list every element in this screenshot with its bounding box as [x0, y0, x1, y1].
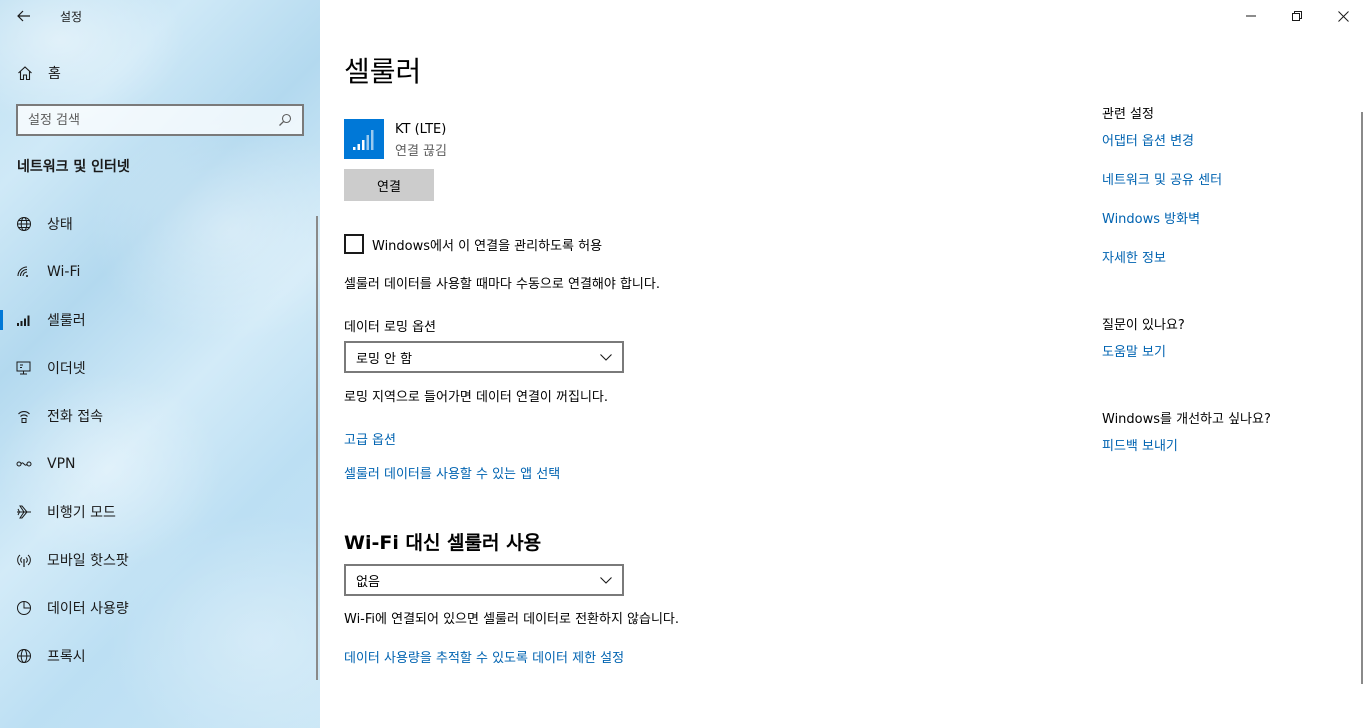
network-name: KT (LTE) [395, 122, 447, 137]
manage-connection-label: Windows에서 이 연결을 관리하도록 허용 [372, 238, 603, 254]
cellular-signal-icon [353, 130, 374, 150]
sidebar-item-label: Wi-Fi [47, 264, 81, 280]
minimize-icon [1246, 15, 1256, 17]
sidebar-item-status[interactable]: 상태 [0, 200, 320, 248]
app-title: 설정 [60, 9, 83, 24]
restore-icon [1292, 11, 1302, 21]
search-box[interactable] [16, 104, 304, 136]
dialup-icon [16, 408, 32, 424]
more-info-link[interactable]: 자세한 정보 [1102, 247, 1166, 266]
adapter-options-link[interactable]: 어댑터 옵션 변경 [1102, 130, 1194, 149]
window-controls [1228, 0, 1366, 32]
search-input[interactable] [28, 112, 278, 128]
roaming-value: 로밍 안 함 [356, 351, 413, 367]
sidebar-item-vpn[interactable]: VPN [0, 440, 320, 488]
sidebar-item-cellular[interactable]: 셀룰러 [0, 296, 320, 344]
roaming-dropdown[interactable]: 로밍 안 함 [344, 341, 624, 373]
roaming-label: 데이터 로밍 옵션 [344, 320, 436, 335]
wifi-instead-heading: Wi-Fi 대신 셀룰러 사용 [344, 532, 542, 554]
airplane-icon [16, 504, 32, 520]
sidebar-item-home[interactable]: 홈 [0, 56, 320, 90]
home-icon [18, 66, 32, 81]
wifi-instead-value: 없음 [356, 574, 380, 590]
back-button[interactable] [0, 0, 48, 32]
cellular-icon [16, 312, 32, 328]
sidebar-nav: 상태 Wi-Fi 셀룰러 이더넷 전화 접속 VPN 비행기 모드 모바일 핫스… [0, 200, 320, 680]
ethernet-icon [16, 360, 32, 376]
close-icon [1337, 10, 1349, 22]
sidebar-item-airplane[interactable]: 비행기 모드 [0, 488, 320, 536]
search-icon[interactable] [278, 113, 292, 127]
related-heading: 관련 설정 [1102, 107, 1154, 122]
settings-window: 설정 홈 네트워크 및 인터넷 [0, 0, 1366, 728]
sidebar-item-wifi[interactable]: Wi-Fi [0, 248, 320, 296]
globe-status-icon [16, 216, 32, 232]
data-limit-link[interactable]: 데이터 사용량을 추적할 수 있도록 데이터 제한 설정 [344, 647, 624, 666]
sidebar-item-proxy[interactable]: 프록시 [0, 632, 320, 680]
sidebar-item-label: 데이터 사용량 [47, 601, 129, 617]
manage-connection-option[interactable]: Windows에서 이 연결을 관리하도록 허용 [344, 234, 602, 254]
get-help-link[interactable]: 도움말 보기 [1102, 341, 1166, 360]
sidebar-item-ethernet[interactable]: 이더넷 [0, 344, 320, 392]
network-sharing-center-link[interactable]: 네트워크 및 공유 센터 [1102, 169, 1222, 188]
sidebar-scrollbar[interactable] [316, 216, 318, 680]
back-arrow-icon [17, 10, 30, 22]
choose-apps-link[interactable]: 셀룰러 데이터를 사용할 수 있는 앱 선택 [344, 463, 560, 482]
home-label: 홈 [48, 66, 61, 82]
roaming-note: 로밍 지역으로 들어가면 데이터 연결이 꺼집니다. [344, 390, 608, 405]
sidebar-item-label: 상태 [47, 217, 73, 233]
hotspot-icon [16, 552, 32, 568]
chevron-down-icon [600, 353, 612, 361]
advanced-options-link[interactable]: 고급 옵션 [344, 429, 396, 448]
connect-button[interactable]: 연결 [344, 169, 434, 201]
feedback-link[interactable]: 피드백 보내기 [1102, 435, 1178, 454]
wifi-icon [16, 264, 32, 280]
network-tile [344, 119, 384, 159]
wifi-instead-dropdown[interactable]: 없음 [344, 564, 624, 596]
main-content: 셀룰러 KT (LTE) 연결 끊김 연결 Windows에서 이 연결을 관리… [320, 0, 1366, 728]
restore-button[interactable] [1274, 0, 1320, 32]
sidebar-item-label: 프록시 [47, 649, 86, 665]
title-bar: 설정 [0, 0, 320, 32]
manage-connection-checkbox[interactable] [344, 234, 364, 254]
sidebar-item-label: 비행기 모드 [47, 505, 116, 521]
question-heading: 질문이 있나요? [1102, 318, 1185, 333]
sidebar-item-label: VPN [47, 456, 76, 472]
sidebar-item-label: 전화 접속 [47, 409, 103, 425]
main-scrollbar[interactable] [1361, 112, 1363, 684]
data-usage-icon [16, 600, 32, 616]
wifi-instead-note: Wi-Fi에 연결되어 있으면 셀룰러 데이터로 전환하지 않습니다. [344, 612, 680, 627]
sidebar: 설정 홈 네트워크 및 인터넷 [0, 0, 320, 728]
windows-firewall-link[interactable]: Windows 방화벽 [1102, 208, 1200, 227]
proxy-globe-icon [16, 648, 32, 664]
sidebar-item-label: 이더넷 [47, 361, 86, 377]
section-title: 네트워크 및 인터넷 [17, 159, 130, 175]
close-button[interactable] [1320, 0, 1366, 32]
minimize-button[interactable] [1228, 0, 1274, 32]
vpn-icon [16, 456, 32, 472]
sidebar-item-dialup[interactable]: 전화 접속 [0, 392, 320, 440]
sidebar-item-hotspot[interactable]: 모바일 핫스팟 [0, 536, 320, 584]
manual-connect-note: 셀룰러 데이터를 사용할 때마다 수동으로 연결해야 합니다. [344, 277, 660, 292]
network-status: 연결 끊김 [395, 144, 447, 159]
sidebar-item-label: 모바일 핫스팟 [47, 553, 129, 569]
improve-heading: Windows를 개선하고 싶나요? [1102, 412, 1271, 427]
sidebar-item-label: 셀룰러 [47, 313, 86, 329]
page-title: 셀룰러 [344, 55, 422, 88]
sidebar-item-data-usage[interactable]: 데이터 사용량 [0, 584, 320, 632]
chevron-down-icon [600, 576, 612, 584]
